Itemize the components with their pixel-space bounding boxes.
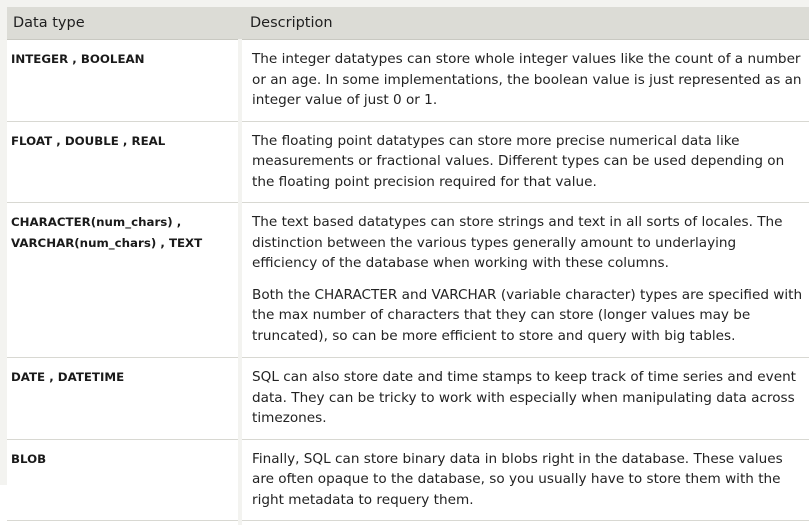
table-row: FLOAT , DOUBLE , REAL The floating point… <box>7 121 809 203</box>
data-type-line: VARCHAR(num_chars) , TEXT <box>11 233 232 254</box>
description-text: Finally, SQL can store binary data in bl… <box>252 449 803 511</box>
table-row: CHARACTER(num_chars) , VARCHAR(num_chars… <box>7 203 809 358</box>
header-data-type: Data type <box>7 7 240 40</box>
data-type-cell: CHARACTER(num_chars) , VARCHAR(num_chars… <box>7 203 240 358</box>
data-type-cell: INTEGER , BOOLEAN <box>7 40 240 122</box>
description-text: Both the CHARACTER and VARCHAR (variable… <box>252 285 803 347</box>
data-type-cell: DATE , DATETIME <box>7 358 240 440</box>
description-cell: The text based datatypes can store strin… <box>240 203 809 358</box>
description-cell: The floating point datatypes can store m… <box>240 121 809 203</box>
description-cell: SQL can also store date and time stamps … <box>240 358 809 440</box>
data-type-line: CHARACTER(num_chars) , <box>11 212 232 233</box>
description-text: The integer datatypes can store whole in… <box>252 49 803 111</box>
description-text: The floating point datatypes can store m… <box>252 131 803 193</box>
description-cell: The integer datatypes can store whole in… <box>240 40 809 122</box>
data-type-cell: BLOB <box>7 439 240 521</box>
data-type-cell-empty <box>7 521 240 525</box>
table-header-row: Data type Description <box>7 7 809 40</box>
header-description: Description <box>240 7 809 40</box>
table-row: INTEGER , BOOLEAN The integer datatypes … <box>7 40 809 122</box>
table-row: DATE , DATETIME SQL can also store date … <box>7 358 809 440</box>
description-cell: Finally, SQL can store binary data in bl… <box>240 439 809 521</box>
data-type-cell: FLOAT , DOUBLE , REAL <box>7 121 240 203</box>
description-cell-empty <box>240 521 809 525</box>
table-row: BLOB Finally, SQL can store binary data … <box>7 439 809 521</box>
description-text: SQL can also store date and time stamps … <box>252 367 803 429</box>
page: Data type Description INTEGER , BOOLEAN … <box>0 0 809 485</box>
description-text: The text based datatypes can store strin… <box>252 212 803 274</box>
table-row-partial <box>7 521 809 525</box>
data-types-table: Data type Description INTEGER , BOOLEAN … <box>7 7 809 525</box>
